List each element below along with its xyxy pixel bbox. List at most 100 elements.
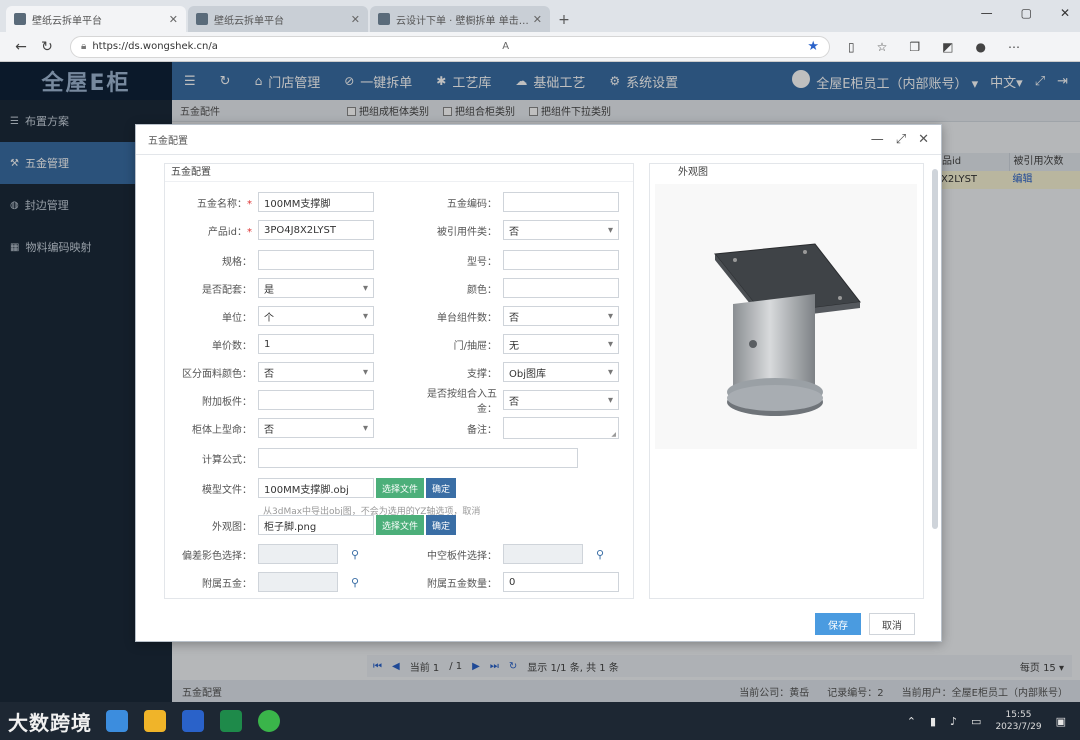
attach-input[interactable] (258, 390, 374, 410)
close-icon[interactable]: ✕ (169, 13, 178, 26)
spec-input[interactable] (258, 250, 374, 270)
field-label: 备注： (467, 424, 497, 436)
hardware-code-input[interactable] (503, 192, 619, 212)
field-label: 支撑： (467, 368, 497, 380)
maximize-icon[interactable]: ⤢ (896, 132, 906, 147)
volume-icon[interactable]: ♪ (950, 715, 957, 728)
mid-board-input[interactable] (503, 544, 583, 564)
model-input[interactable] (503, 250, 619, 270)
hardware-config-dialog: 五金配置 — ⤢ ✕ 五金配置 外观图 五金名称：* 100MM支撑脚 五金编码… (135, 124, 942, 642)
unit-row: 单位： 个 (166, 305, 374, 327)
appearance-file-input[interactable]: 柜子脚.png (258, 515, 374, 535)
upload-select[interactable]: 否 (258, 418, 374, 438)
collections-icon[interactable]: ❐ (909, 40, 920, 54)
wechat-app-icon[interactable] (258, 710, 280, 732)
url-field[interactable]: 🔒︎ https://ds.wongshek.cn/a A ★ (70, 35, 830, 58)
display-icon[interactable]: ▭ (971, 715, 981, 728)
explorer-app-icon[interactable] (144, 710, 166, 732)
edge-linkage-input[interactable] (258, 544, 338, 564)
as-hardware-select[interactable]: 否 (503, 390, 619, 410)
split-screen-icon[interactable]: ▯ (848, 40, 855, 54)
maximize-icon[interactable]: ▢ (1021, 6, 1032, 20)
door-direction-select[interactable]: 无 (503, 334, 619, 354)
field-label: 中空板件选择： (427, 550, 497, 562)
is-package-select[interactable]: 是 (258, 278, 374, 298)
confirm-model-file-button[interactable]: 确定 (426, 478, 457, 498)
browser-app-icon[interactable] (106, 710, 128, 732)
new-tab-button[interactable]: + (552, 8, 576, 32)
is-package-row: 是否配套： 是 (166, 277, 374, 299)
chevron-up-icon[interactable]: ⌃ (907, 715, 916, 728)
notifications-icon[interactable]: ▣ (1056, 715, 1066, 728)
dialog-title: 五金配置 (148, 136, 188, 147)
dialog-footer: 保存 取消 (136, 605, 941, 643)
minimize-icon[interactable]: — (871, 132, 884, 147)
formula-input[interactable] (258, 448, 578, 468)
browser-tab-2[interactable]: 壁纸云拆单平台 ✕ (188, 6, 368, 32)
window-controls: — ▢ ✕ (981, 6, 1070, 20)
system-clock[interactable]: 15:55 2023/7/29 (995, 709, 1041, 733)
field-label: 柜体上型命： (192, 424, 252, 436)
hardware-name-input[interactable]: 100MM支撑脚 (258, 192, 374, 212)
close-icon[interactable]: ✕ (351, 13, 360, 26)
search-icon[interactable]: ⚲ (338, 572, 372, 592)
field-label: 单位： (222, 312, 252, 324)
excel-app-icon[interactable] (220, 710, 242, 732)
confirm-appearance-file-button[interactable]: 确定 (426, 515, 457, 535)
back-icon[interactable]: ← (8, 39, 34, 55)
choose-model-file-button[interactable]: 选择文件 (376, 478, 425, 498)
close-window-icon[interactable]: ✕ (1060, 6, 1070, 20)
hardware-code-row: 五金编码： (411, 191, 619, 213)
cancel-button[interactable]: 取消 (869, 613, 915, 635)
address-bar: ← ↻ 🔒︎ https://ds.wongshek.cn/a A ★ ▯ ☆ … (0, 32, 1080, 62)
field-label: 计算公式： (202, 454, 252, 466)
edge-app-icon[interactable] (182, 710, 204, 732)
field-label: 单台组件数： (437, 312, 497, 324)
favorite-star-icon[interactable]: ★ (807, 39, 819, 54)
distinguish-row: 区分面料颜色： 否 (166, 361, 374, 383)
field-label: 附加板件： (202, 396, 252, 408)
unit-qty-select[interactable]: 否 (503, 306, 619, 326)
support-select[interactable]: Obj图库 (503, 362, 619, 382)
order-type-row: 被引用件类： 否 (411, 219, 619, 241)
color-input[interactable] (503, 278, 619, 298)
field-label: 被引用件类： (437, 226, 497, 238)
order-type-select[interactable]: 否 (503, 220, 619, 240)
search-icon[interactable]: ⚲ (583, 544, 617, 564)
extra-hw-input[interactable] (258, 572, 338, 592)
unit-select[interactable]: 个 (258, 306, 374, 326)
dialog-scrollbar[interactable] (932, 169, 938, 529)
field-label: 附属五金： (202, 578, 252, 590)
favorites-icon[interactable]: ☆ (877, 40, 888, 54)
profile-icon[interactable]: ● (975, 40, 985, 54)
remark-row: 备注： (411, 417, 619, 439)
network-icon[interactable]: ▮ (930, 715, 936, 728)
model-file-input[interactable]: 100MM支撑脚.obj (258, 478, 374, 498)
close-icon[interactable]: ✕ (918, 132, 929, 147)
search-icon[interactable]: ⚲ (338, 544, 372, 564)
read-aloud-icon[interactable]: A (502, 41, 509, 52)
more-menu-icon[interactable]: ⋯ (1008, 40, 1020, 54)
edge-linkage-row: 偏差影色选择： ⚲ (166, 543, 372, 565)
remark-textarea[interactable] (503, 417, 619, 439)
os-taskbar: 大数跨境 ⌃ ▮ ♪ ▭ 15:55 2023/7/29 ▣ (0, 702, 1080, 740)
save-button[interactable]: 保存 (815, 613, 861, 635)
appearance-preview-image[interactable] (655, 184, 917, 449)
attach-row: 附加板件： (166, 389, 374, 411)
refresh-icon[interactable]: ↻ (34, 39, 60, 55)
close-icon[interactable]: ✕ (533, 13, 542, 26)
extra-hw-qty-input[interactable]: 0 (503, 572, 619, 592)
choose-appearance-file-button[interactable]: 选择文件 (376, 515, 425, 535)
browser-tab-3[interactable]: 云设计下单 · 壁橱拆单 单击… ✕ (370, 6, 550, 32)
single-qty-input[interactable]: 1 (258, 334, 374, 354)
door-direction-row: 门/抽屉： 无 (411, 333, 619, 355)
field-label: 偏差影色选择： (182, 550, 252, 562)
extensions-icon[interactable]: ◩ (942, 40, 953, 54)
browser-tab-1[interactable]: 壁纸云拆单平台 ✕ (6, 6, 186, 32)
distinguish-select[interactable]: 否 (258, 362, 374, 382)
as-hardware-row: 是否按组合入五金： 否 (411, 389, 619, 415)
appearance-row: 外观图： 柜子脚.png 选择文件 确定 (166, 514, 457, 536)
tab-favicon-icon (196, 13, 208, 25)
minimize-icon[interactable]: — (981, 6, 993, 20)
product-id-input[interactable]: 3PO4J8X2LYST (258, 220, 374, 240)
